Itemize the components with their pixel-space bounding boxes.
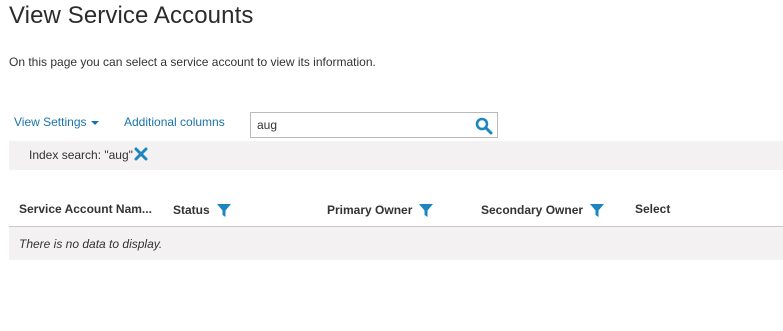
filter-icon[interactable] (589, 202, 605, 218)
view-settings-label: View Settings (14, 115, 87, 129)
filter-icon[interactable] (216, 202, 232, 218)
empty-message: There is no data to display. (19, 237, 163, 251)
close-icon[interactable] (134, 147, 148, 161)
page-title: View Service Accounts (9, 2, 254, 29)
search-box (250, 112, 498, 138)
caret-down-icon (90, 121, 99, 125)
toolbar: View Settings Additional columns (0, 112, 783, 140)
column-label: Primary Owner (327, 203, 413, 217)
grid-empty-row: There is no data to display. (9, 227, 783, 260)
column-header-service-account-name[interactable]: Service Account Nam... (19, 202, 152, 216)
column-header-primary-owner[interactable]: Primary Owner (327, 202, 434, 218)
grid-header: Service Account Nam... Status Primary Ow… (9, 195, 783, 227)
column-header-status[interactable]: Status (173, 202, 232, 218)
column-label: Secondary Owner (481, 203, 584, 217)
page-description: On this page you can select a service ac… (9, 55, 376, 69)
search-input[interactable] (257, 117, 467, 133)
column-label: Service Account Nam... (19, 202, 152, 216)
column-header-select[interactable]: Select (635, 202, 670, 216)
column-label: Status (173, 203, 210, 217)
filter-icon[interactable] (418, 202, 434, 218)
column-header-secondary-owner[interactable]: Secondary Owner (481, 202, 605, 218)
column-label: Select (635, 202, 671, 216)
index-search-label: Index search: "aug" (29, 148, 133, 162)
index-search-bar: Index search: "aug" (9, 141, 783, 170)
additional-columns-link[interactable]: Additional columns (124, 115, 225, 129)
search-icon[interactable] (475, 117, 493, 135)
view-settings-dropdown[interactable]: View Settings (14, 115, 99, 129)
